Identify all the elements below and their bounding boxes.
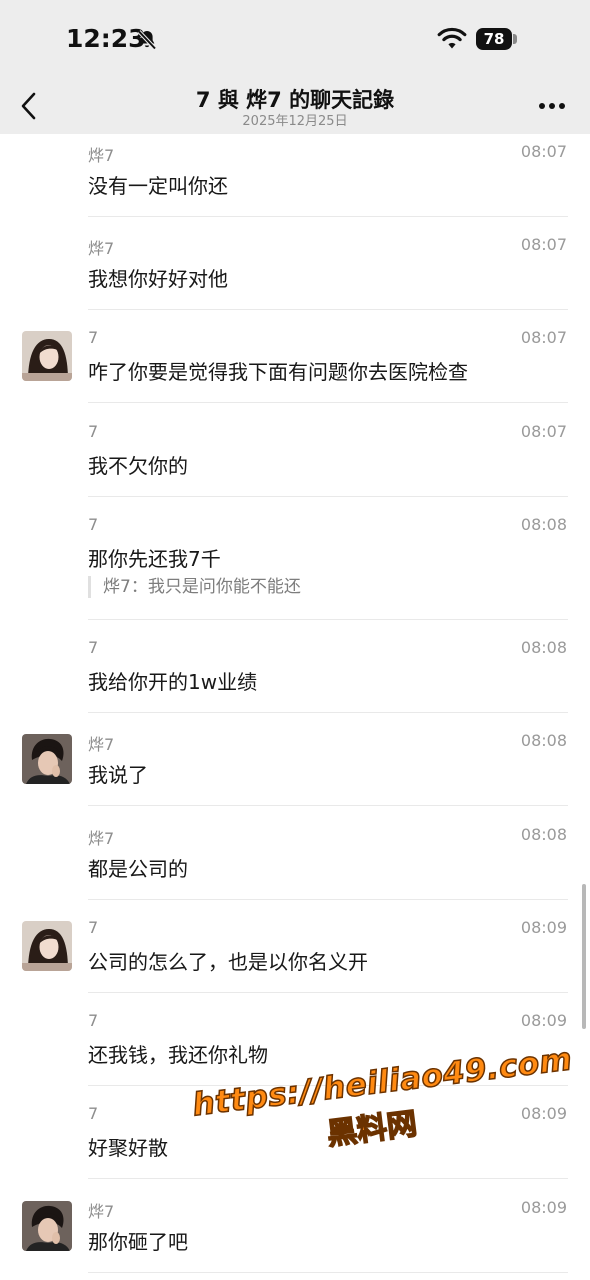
sender-name: 7 (88, 1011, 99, 1030)
divider (88, 899, 568, 900)
bell-slash-icon (136, 29, 158, 51)
divider (88, 1085, 568, 1086)
divider (88, 619, 568, 620)
avatar[interactable] (22, 921, 72, 971)
message-time: 08:09 (520, 1011, 567, 1030)
divider (88, 496, 568, 497)
more-dots-icon (539, 103, 545, 109)
message-time: 08:09 (520, 918, 567, 937)
divider (88, 216, 568, 217)
more-button[interactable] (536, 94, 568, 118)
message-time: 08:07 (520, 235, 567, 254)
page-subtitle: 2025年12月25日 (242, 114, 348, 129)
message-text[interactable]: 我说了 (88, 759, 148, 788)
sender-name: 7 (88, 638, 99, 657)
message-time: 08:08 (520, 515, 567, 534)
message-text[interactable]: 都是公司的 (88, 853, 188, 882)
avatar[interactable] (22, 734, 72, 784)
nav-bar: 7 與 烨7 的聊天記錄 2025年12月25日 (0, 78, 590, 134)
divider (88, 805, 568, 806)
message-time: 08:08 (520, 825, 567, 844)
message-time: 08:07 (520, 422, 567, 441)
sender-name: 7 (88, 422, 99, 441)
message-time: 08:09 (520, 1104, 567, 1123)
scrollbar[interactable] (582, 884, 586, 1029)
battery-level: 78 (476, 28, 512, 50)
status-bar: 12:23 78 (0, 0, 590, 78)
sender-name: 烨7 (88, 829, 115, 848)
message-time: 08:07 (520, 328, 567, 347)
sender-name: 7 (88, 328, 99, 347)
sender-name: 7 (88, 918, 99, 937)
message-text[interactable]: 好聚好散 (88, 1132, 168, 1161)
message-text[interactable]: 那你先还我7千 (88, 543, 221, 572)
sender-name: 烨7 (88, 1202, 115, 1221)
message-text[interactable]: 那你砸了吧 (88, 1226, 188, 1255)
divider (88, 309, 568, 310)
message-time: 08:07 (520, 142, 567, 161)
message-text[interactable]: 我给你开的1w业绩 (88, 666, 257, 695)
message-text[interactable]: 咋了你要是觉得我下面有问题你去医院检查 (88, 356, 468, 385)
divider (88, 992, 568, 993)
sender-name: 烨7 (88, 735, 115, 754)
more-dot (549, 103, 555, 109)
message-text[interactable]: 我想你好好对他 (88, 263, 228, 292)
more-dot (559, 103, 565, 109)
divider (88, 712, 568, 713)
divider (88, 1272, 568, 1273)
quoted-reply[interactable]: 烨7：我只是问你能不能还 (88, 576, 301, 598)
message-time: 08:09 (520, 1198, 567, 1217)
sender-name: 烨7 (88, 239, 115, 258)
sender-name: 7 (88, 515, 99, 534)
divider (88, 402, 568, 403)
message-text[interactable]: 我不欠你的 (88, 450, 188, 479)
chat-history[interactable]: 烨7 08:07 没有一定叫你还 烨7 08:07 我想你好好对他 7 08:0… (0, 134, 590, 1280)
message-text[interactable]: 没有一定叫你还 (88, 170, 228, 199)
sender-name: 烨7 (88, 146, 115, 165)
status-time: 12:23 (66, 24, 146, 53)
sender-name: 7 (88, 1104, 99, 1123)
message-time: 08:08 (520, 638, 567, 657)
message-time: 08:08 (520, 731, 567, 750)
avatar[interactable] (22, 1201, 72, 1251)
wifi-icon (437, 27, 467, 51)
battery-tip (513, 34, 517, 44)
divider (88, 1178, 568, 1179)
message-text[interactable]: 公司的怎么了，也是以你名义开 (88, 946, 368, 975)
message-text[interactable]: 还我钱，我还你礼物 (88, 1039, 268, 1068)
avatar[interactable] (22, 331, 72, 381)
